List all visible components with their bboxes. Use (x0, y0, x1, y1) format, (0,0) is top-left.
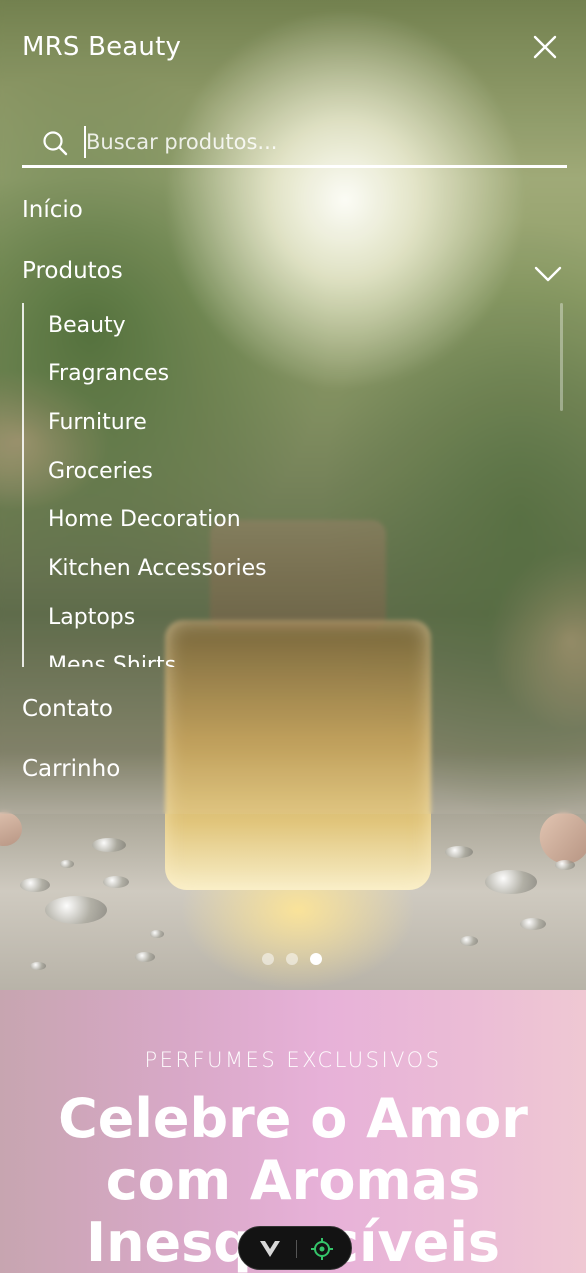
water-drop (150, 930, 164, 938)
nav-item-home[interactable]: Início (22, 197, 83, 223)
water-drop (45, 896, 107, 924)
carousel-dot[interactable] (286, 953, 298, 965)
mobile-menu: MRS Beauty Início Produtos Beauty Fragra… (0, 0, 586, 814)
submenu-item-beauty[interactable]: Beauty (48, 313, 126, 338)
water-drop (92, 838, 126, 852)
close-icon[interactable] (532, 34, 558, 60)
submenu-item-home-decoration[interactable]: Home Decoration (48, 507, 241, 532)
submenu-item-kitchen-accessories[interactable]: Kitchen Accessories (48, 556, 267, 581)
products-submenu: Beauty Fragrances Furniture Groceries Ho… (22, 303, 567, 667)
target-icon[interactable] (311, 1238, 333, 1260)
brand-logo[interactable]: MRS Beauty (22, 32, 181, 62)
nav-item-products[interactable]: Produtos (22, 258, 123, 284)
water-drop (103, 876, 129, 888)
submenu-item-furniture[interactable]: Furniture (48, 410, 147, 435)
water-drop (460, 936, 478, 946)
water-drop (60, 860, 74, 868)
water-drop (135, 952, 155, 962)
carousel-dot-active[interactable] (310, 953, 322, 965)
nav-item-contact[interactable]: Contato (22, 696, 113, 722)
water-drop (520, 918, 546, 930)
water-drop (30, 962, 46, 970)
menu-header: MRS Beauty (22, 30, 564, 70)
water-drop (485, 870, 537, 894)
submenu-item-groceries[interactable]: Groceries (48, 459, 153, 484)
toolbar-divider (296, 1240, 297, 1258)
promo-kicker: PERFUMES EXCLUSIVOS (144, 1048, 442, 1072)
chevron-down-icon[interactable] (534, 266, 562, 282)
petal (0, 812, 22, 846)
search-bar (22, 118, 567, 168)
search-input[interactable] (84, 126, 554, 158)
carousel-dot[interactable] (262, 953, 274, 965)
v-logo-icon[interactable] (259, 1239, 281, 1259)
submenu-item-fragrances[interactable]: Fragrances (48, 361, 169, 386)
water-drop (20, 878, 50, 892)
submenu-item-laptops[interactable]: Laptops (48, 605, 135, 630)
submenu-scrollbar[interactable] (560, 303, 563, 411)
water-drop (555, 860, 575, 870)
water-drop (445, 846, 473, 858)
bottle-reflection (180, 890, 416, 990)
floating-toolbar (238, 1226, 352, 1270)
nav-item-cart[interactable]: Carrinho (22, 756, 120, 782)
search-icon[interactable] (42, 130, 68, 156)
submenu-item-mens-shirts[interactable]: Mens Shirts (48, 653, 176, 667)
